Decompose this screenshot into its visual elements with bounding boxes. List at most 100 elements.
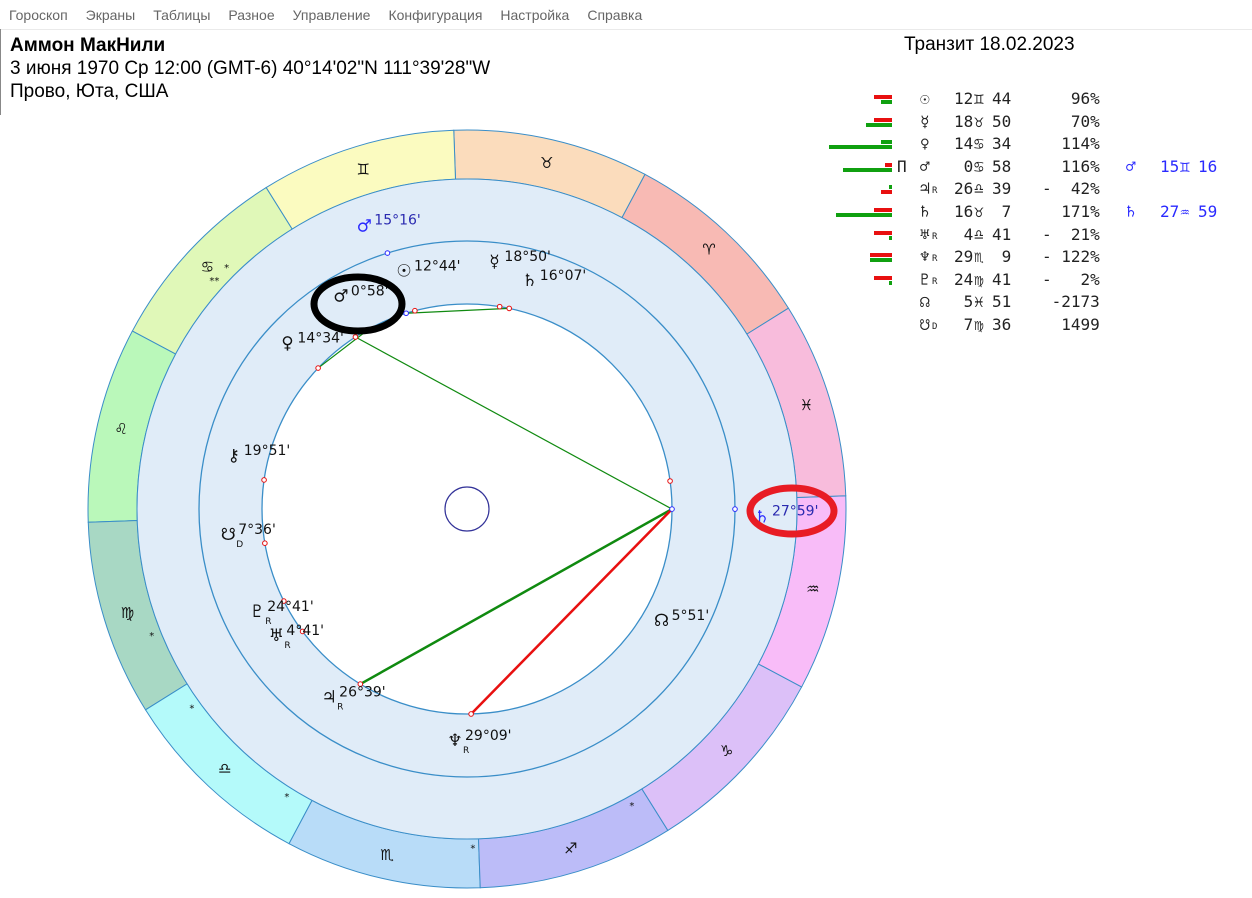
star-marker: *	[189, 703, 194, 714]
strength-bar-green	[836, 212, 892, 217]
strength-bar-red	[870, 253, 892, 258]
minutes: 7	[992, 201, 1012, 221]
planet-icon: ☊	[920, 292, 930, 312]
planet-row[interactable]: ☿ 18 ♉ 50 70%	[820, 112, 1250, 135]
degree: 29	[954, 247, 974, 267]
degree: 14	[954, 134, 974, 154]
natal-dot-mars	[352, 334, 359, 340]
planet-row[interactable]: ♇ R 24 ♍ 41 - 2%	[820, 270, 1250, 293]
saturn-icon: ♄	[522, 271, 537, 291]
strength-bar-red	[874, 95, 892, 99]
minutes: 51	[992, 292, 1012, 312]
star-marker: *	[224, 263, 229, 274]
zodiac-sign-icon: ♑	[720, 742, 733, 760]
jupiter-icon: ♃	[322, 688, 337, 708]
aspect-mark: П	[897, 156, 907, 176]
planet-row[interactable]: ☉ 12 ♊ 44 96%	[820, 89, 1250, 112]
planet-row[interactable]: ♄ 16 ♉ 7 171% ♄ 27 ♒ 59	[820, 202, 1250, 225]
sign-icon: ♎	[974, 224, 984, 244]
transit-dot-inner	[669, 506, 675, 512]
star-marker: *	[629, 801, 634, 812]
zodiac-sign-icon: ♉	[540, 154, 553, 172]
minutes: 58	[992, 156, 1012, 176]
planet-row[interactable]: П ♂ 0 ♋ 58 116% ♂ 15 ♊ 16	[820, 157, 1250, 180]
uranus-degree: 4°41'	[286, 623, 324, 639]
degree: 16	[954, 201, 974, 221]
planet-icon: ♀	[920, 134, 930, 154]
natal-dot-sun	[412, 307, 418, 314]
strength-percent: - 2%	[1042, 269, 1100, 289]
saturn-degree: 16°07'	[540, 268, 586, 284]
sign-icon: ♋	[974, 134, 984, 154]
strength-bar-red	[885, 162, 892, 167]
strength-percent: 96%	[1042, 89, 1100, 108]
strength-bar-green	[889, 280, 892, 285]
strength-bar-green	[881, 100, 892, 104]
degree: 26	[954, 179, 974, 199]
mercury-degree: 18°50'	[504, 249, 550, 265]
pluto-degree: 24°41'	[267, 599, 313, 615]
strength-bar-green	[881, 140, 892, 145]
uranus-motion: R	[284, 641, 290, 651]
mars-degree: 0°58'	[351, 283, 389, 299]
minutes: 41	[992, 269, 1012, 289]
sign-icon: ♍	[974, 269, 984, 289]
planet-row[interactable]: ☊ 5 ♓ 51 -2173	[820, 292, 1250, 315]
neptune-motion: R	[463, 746, 469, 756]
planet-row[interactable]: ☋ D 7 ♍ 36 1499	[820, 315, 1250, 338]
planet-icon: ♃	[920, 179, 930, 199]
planet-icon: ☿	[920, 111, 930, 131]
pluto-icon: ♇	[250, 602, 265, 622]
strength-bar-green	[889, 185, 892, 190]
zodiac-sign-icon: ♓	[800, 396, 813, 414]
jupiter-motion: R	[337, 703, 343, 713]
planet-icon: ♄	[920, 201, 930, 221]
sun-degree: 12°44'	[414, 258, 460, 274]
neptune-degree: 29°09'	[465, 728, 511, 744]
minutes: 36	[992, 314, 1012, 334]
strength-bar-green	[870, 258, 892, 263]
strength-bar-red	[874, 117, 892, 122]
sign-icon: ♉	[974, 201, 984, 221]
zodiac-sign-icon: ♎	[218, 760, 231, 778]
sun-icon: ☉	[396, 261, 411, 281]
zodiac-sign-icon: ♈	[702, 240, 715, 258]
south-node-icon: ☋	[221, 525, 236, 545]
sign-icon: ♏	[974, 247, 984, 267]
transit-dot-inner	[403, 310, 409, 317]
south-node-degree: 7°36'	[238, 522, 276, 538]
strength-percent: 114%	[1042, 134, 1100, 154]
planet-row[interactable]: ♀ 14 ♋ 34 114%	[820, 134, 1250, 157]
transit-mars-icon: ♂	[357, 217, 372, 237]
strength-bar-red	[881, 190, 892, 195]
star-marker: *	[149, 631, 154, 642]
strength-bar-green	[829, 145, 892, 150]
north-node-icon: ☊	[654, 611, 669, 631]
degree: 18	[954, 111, 974, 131]
venus-icon: ♀	[281, 333, 293, 353]
degree: 7	[954, 314, 974, 334]
minutes: 9	[992, 247, 1012, 267]
uranus-icon: ♅	[269, 626, 284, 646]
inner-circle	[261, 303, 673, 715]
star-marker: *	[284, 792, 289, 803]
zodiac-sign-icon: ♒	[806, 580, 819, 598]
minutes: 39	[992, 179, 1012, 199]
transit-minutes: 16	[1198, 156, 1218, 176]
planet-row[interactable]: ♆ R 29 ♏ 9 - 122%	[820, 247, 1250, 270]
transit-mars-degree: 15°16'	[374, 213, 420, 229]
zodiac-sign-icon: ♋	[201, 258, 214, 276]
transit-degree: 15	[1160, 156, 1180, 176]
planet-row[interactable]: ♃ R 26 ♎ 39 - 42%	[820, 179, 1250, 202]
motion-flag: R	[932, 186, 938, 197]
minutes: 41	[992, 224, 1012, 244]
strength-bar-green	[889, 235, 892, 240]
sign-icon: ♋	[974, 156, 984, 176]
motion-flag: R	[932, 231, 938, 242]
planet-row[interactable]: ♅ R 4 ♎ 41 - 21%	[820, 225, 1250, 248]
strength-percent: - 21%	[1042, 224, 1100, 244]
sign-icon: ♓	[974, 292, 984, 312]
star-marker: **	[209, 276, 219, 287]
strength-bar-red	[874, 275, 892, 280]
chiron-icon: ⚷	[228, 446, 240, 466]
